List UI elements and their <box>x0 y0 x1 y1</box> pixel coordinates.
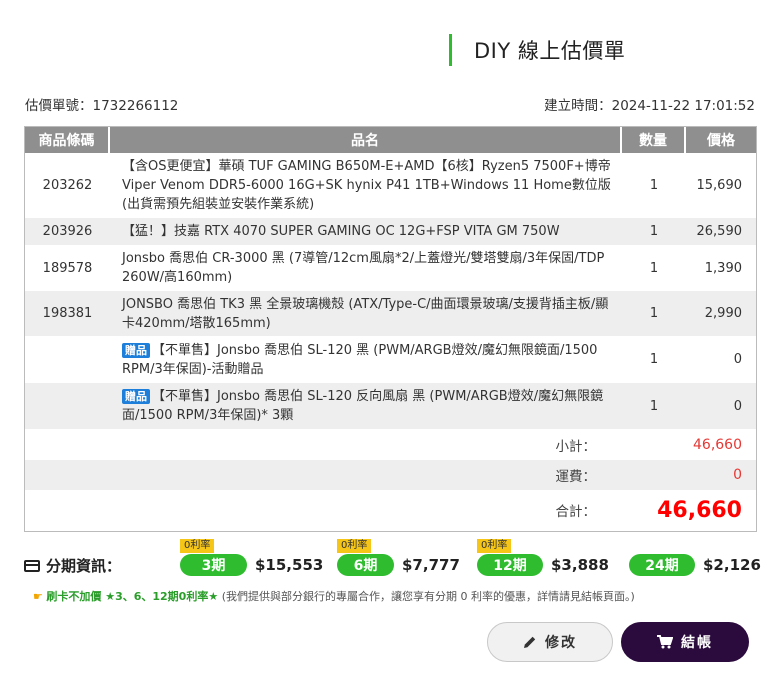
table-row: 198381 JONSBO 喬思伯 TK3 黑 全景玻璃機殼 (ATX/Type… <box>25 291 756 336</box>
row-qty: 1 <box>622 218 686 245</box>
plan-amount: $7,777 <box>402 556 460 574</box>
period-pill: 3期 <box>180 554 247 576</box>
row-name: JONSBO 喬思伯 TK3 黑 全景玻璃機殼 (ATX/Type-C/曲面環景… <box>110 291 622 336</box>
quote-number: 估價單號：1732266112 <box>25 94 178 114</box>
quote-table: 商品條碼 品名 數量 價格 203262 【含OS更便宜】華碩 TUF GAMI… <box>25 127 756 530</box>
installment-plan-3: 0利率 3期 $15,553 <box>180 539 324 576</box>
shipping-value: 0 <box>622 460 756 490</box>
row-name: 【猛！】技嘉 RTX 4070 SUPER GAMING OC 12G+FSP … <box>110 218 622 245</box>
col-header-code: 商品條碼 <box>25 127 110 153</box>
row-code <box>25 336 110 383</box>
row-name-text: 【不單售】Jonsbo 喬思伯 SL-120 反向風扇 黑 (PWM/ARGB燈… <box>122 389 604 423</box>
row-price: 1,390 <box>704 260 742 276</box>
period-pill: 12期 <box>477 554 543 576</box>
table-row: 203262 【含OS更便宜】華碩 TUF GAMING B650M-E+AMD… <box>25 153 756 218</box>
total-value: 46,660 <box>657 497 742 523</box>
total-label: 合計： <box>555 504 597 520</box>
plan-amount: $15,553 <box>255 556 324 574</box>
created-time: 建立時間：2024-11-22 17:01:52 <box>544 94 755 114</box>
row-price: 2,990 <box>686 291 756 336</box>
pencil-icon <box>524 636 536 648</box>
table-row: 贈品 【不單售】Jonsbo 喬思伯 SL-120 反向風扇 黑 (PWM/ARG… <box>25 383 756 429</box>
row-price: 0 <box>686 383 756 429</box>
page-title: DIY 線上估價單 <box>474 39 626 63</box>
checkout-button[interactable]: 結帳 <box>621 622 749 662</box>
table-header-row: 商品條碼 品名 數量 價格 <box>25 127 756 153</box>
installment-note: ☛ 刷卡不加價 ★3、6、12期0利率★ (我們提供與部分銀行的專屬合作，讓您享… <box>33 588 635 604</box>
row-price: 0 <box>733 352 742 367</box>
installment-label: 分期資訊： <box>24 555 121 576</box>
checkout-button-label: 結帳 <box>681 635 713 651</box>
total-row: 合計： 46,660 <box>25 490 756 530</box>
row-qty: 1 <box>622 383 686 429</box>
page-header: DIY 線上估價單 <box>449 34 625 66</box>
row-code: 198381 <box>25 291 110 336</box>
quote-number-label: 估價單號： <box>25 98 93 114</box>
installment-plan-6: 0利率 6期 $7,777 <box>337 539 460 576</box>
row-price: 26,590 <box>686 218 756 245</box>
edit-button-label: 修改 <box>545 635 577 651</box>
zero-rate-tag: 0利率 <box>180 539 215 553</box>
table-row: 203926 【猛！】技嘉 RTX 4070 SUPER GAMING OC 1… <box>25 218 756 245</box>
note-text: (我們提供與部分銀行的專屬合作，讓您享有分期 0 利率的優惠，詳情請見結帳頁面。… <box>221 590 635 603</box>
installment-info: 分期資訊： 0利率 3期 $15,553 0利率 6期 $7,777 0利率 1… <box>24 539 761 576</box>
row-name: 【含OS更便宜】華碩 TUF GAMING B650M-E+AMD【6核】Ryz… <box>122 159 611 212</box>
subtotal-value: 46,660 <box>693 436 742 453</box>
edit-button[interactable]: 修改 <box>487 622 613 662</box>
subtotal-row: 小計： 46,660 <box>25 429 756 460</box>
row-qty: 1 <box>649 178 659 193</box>
row-price: 15,690 <box>696 178 743 193</box>
table-row: 贈品 【不單售】Jonsbo 喬思伯 SL-120 黑 (PWM/ARGB燈效/魔… <box>25 336 756 383</box>
quote-number-value: 1732266112 <box>92 98 179 114</box>
pointing-hand-icon: ☛ <box>33 590 43 603</box>
quote-table-box: 商品條碼 品名 數量 價格 203262 【含OS更便宜】華碩 TUF GAMI… <box>24 126 757 532</box>
title-accent-bar <box>449 34 452 66</box>
row-code: 203926 <box>25 218 110 245</box>
cart-icon <box>657 635 673 649</box>
gift-badge: 贈品 <box>122 342 150 358</box>
shipping-label: 運費： <box>25 460 622 490</box>
row-name: 贈品 【不單售】Jonsbo 喬思伯 SL-120 反向風扇 黑 (PWM/ARG… <box>110 383 622 429</box>
zero-rate-tag: 0利率 <box>477 539 512 553</box>
row-qty: 1 <box>622 291 686 336</box>
row-name: Jonsbo 喬思伯 CR-3000 黑 (7導管/12cm風扇*2/上蓋燈光/… <box>122 251 605 285</box>
row-qty: 1 <box>649 260 659 276</box>
gift-badge: 贈品 <box>122 389 150 404</box>
period-pill: 24期 <box>629 554 695 576</box>
shipping-row: 運費： 0 <box>25 460 756 490</box>
table-row: 189578 Jonsbo 喬思伯 CR-3000 黑 (7導管/12cm風扇*… <box>25 245 756 291</box>
col-header-qty: 數量 <box>622 127 686 153</box>
zero-rate-tag: 0利率 <box>337 539 372 553</box>
col-header-name: 品名 <box>110 127 622 153</box>
installment-plan-12: 0利率 12期 $3,888 <box>477 539 609 576</box>
installment-label-text: 分期資訊： <box>46 557 122 575</box>
row-qty: 1 <box>649 352 659 367</box>
created-time-value: 2024-11-22 17:01:52 <box>611 98 755 114</box>
plan-amount: $3,888 <box>551 556 609 574</box>
row-code: 203262 <box>42 178 93 193</box>
col-header-price: 價格 <box>686 127 756 153</box>
created-time-label: 建立時間： <box>544 98 612 114</box>
plan-amount: $2,126 <box>703 556 761 574</box>
period-pill: 6期 <box>337 554 394 576</box>
row-code: 189578 <box>42 260 93 276</box>
installment-plan-24: 24期 $2,126 <box>629 554 761 576</box>
row-name: 贈品 【不單售】Jonsbo 喬思伯 SL-120 黑 (PWM/ARGB燈效/魔… <box>110 336 622 383</box>
row-name-text: 【不單售】Jonsbo 喬思伯 SL-120 黑 (PWM/ARGB燈效/魔幻無… <box>122 342 598 377</box>
note-highlight: 刷卡不加價 ★3、6、12期0利率★ <box>46 590 219 603</box>
credit-card-icon <box>24 559 40 572</box>
row-code <box>25 383 110 429</box>
subtotal-label: 小計： <box>555 438 597 455</box>
